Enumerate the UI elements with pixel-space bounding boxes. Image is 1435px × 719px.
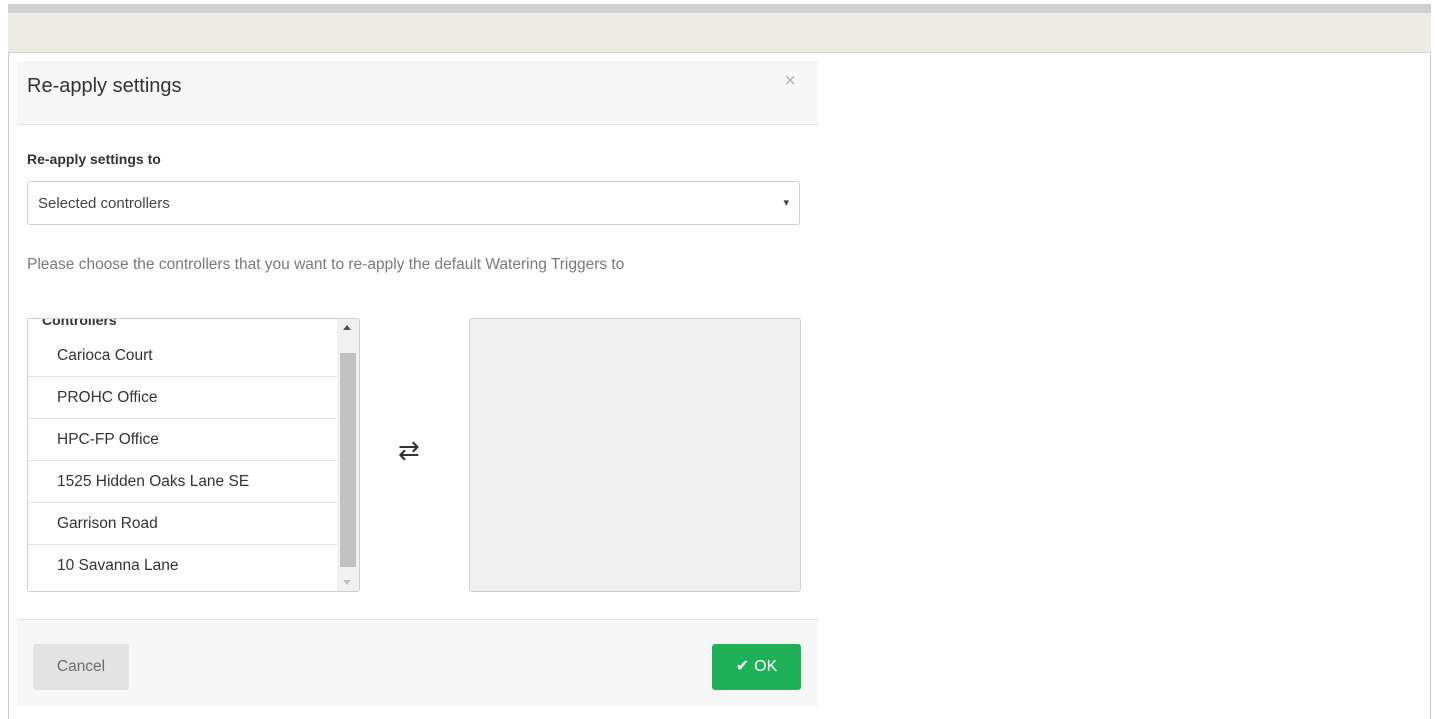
list-items: Carioca Court PROHC Office HPC-FP Office… (28, 335, 338, 587)
scroll-thumb[interactable] (340, 353, 356, 567)
modal-footer: Cancel ✔ OK (17, 619, 818, 706)
controllers-target-list[interactable] (469, 318, 801, 592)
ok-button[interactable]: ✔ OK (712, 644, 801, 690)
list-item[interactable]: HPC-FP Office (28, 419, 338, 461)
list-group-label: Controllers (42, 318, 117, 328)
modal-title: Re-apply settings (27, 75, 182, 97)
chevron-down-icon: ▾ (783, 197, 789, 209)
scroll-down-icon[interactable] (343, 580, 351, 585)
cancel-button[interactable]: Cancel (33, 644, 129, 690)
modal-header: Re-apply settings × (17, 61, 818, 125)
controllers-source-list[interactable]: Controllers Carioca Court PROHC Office H… (27, 318, 360, 592)
help-text: Please choose the controllers that you w… (27, 256, 625, 273)
close-icon[interactable]: × (784, 69, 796, 93)
reapply-settings-modal: Re-apply settings × Re-apply settings to… (17, 61, 818, 706)
frame-border-left (8, 53, 9, 719)
check-icon: ✔ (735, 658, 750, 675)
list-scrollbar[interactable] (337, 319, 359, 591)
list-item[interactable]: 10 Savanna Lane (28, 545, 338, 587)
transfer-icon[interactable]: ⇄ (398, 435, 420, 465)
top-strip (8, 4, 1431, 13)
reapply-to-label: Re-apply settings to (27, 151, 161, 167)
list-item[interactable]: Garrison Road (28, 503, 338, 545)
list-item[interactable]: 1525 Hidden Oaks Lane SE (28, 461, 338, 503)
scroll-up-icon[interactable] (343, 325, 351, 330)
reapply-to-select[interactable]: Selected controllers ▾ (27, 181, 800, 225)
frame-border-right (1430, 53, 1431, 719)
ok-button-label: OK (754, 658, 778, 675)
select-value: Selected controllers (38, 195, 170, 212)
list-item[interactable]: PROHC Office (28, 377, 338, 419)
top-bar (8, 13, 1431, 53)
list-item[interactable]: Carioca Court (28, 335, 338, 377)
